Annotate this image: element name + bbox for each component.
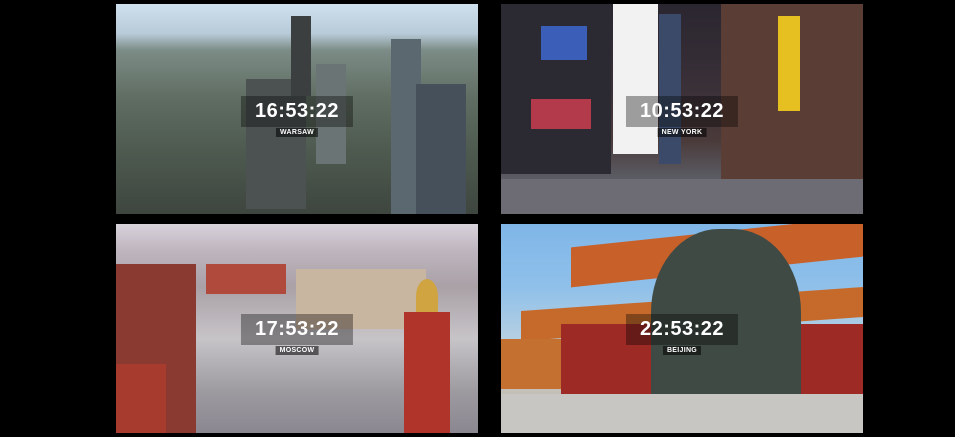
city-label-warsaw: WARSAW: [275, 128, 319, 137]
clock-time-warsaw: 16:53:22: [240, 96, 354, 127]
billboard-shape: [531, 99, 591, 129]
warsaw-city-tile: 16:53:22 WARSAW: [116, 4, 478, 214]
tower-shape: [116, 364, 166, 433]
clock-time-moscow: 17:53:22: [240, 314, 354, 345]
beijing-city-tile: 22:53:22 BEIJING: [501, 224, 863, 433]
sky-shape: [613, 4, 658, 154]
street-shape: [501, 179, 863, 214]
golden-dome-shape: [416, 279, 438, 314]
balustrade-shape: [501, 394, 863, 433]
clock-time-newyork: 10:53:22: [625, 96, 739, 127]
billboard-shape: [778, 16, 800, 111]
palace-spire-shape: [291, 16, 311, 96]
moscow-city-tile: 17:53:22 MOSCOW: [116, 224, 478, 433]
city-label-beijing: BEIJING: [662, 346, 702, 355]
glass-tower-shape: [416, 84, 466, 214]
building-shape: [206, 264, 286, 294]
tower-shape: [659, 14, 681, 164]
cathedral-tower-shape: [404, 312, 450, 433]
newyork-city-tile: 10:53:22 NEW YORK: [501, 4, 863, 214]
city-label-newyork: NEW YORK: [657, 128, 707, 137]
billboard-shape: [541, 26, 587, 60]
clock-time-beijing: 22:53:22: [625, 314, 739, 345]
city-label-moscow: MOSCOW: [275, 346, 319, 355]
